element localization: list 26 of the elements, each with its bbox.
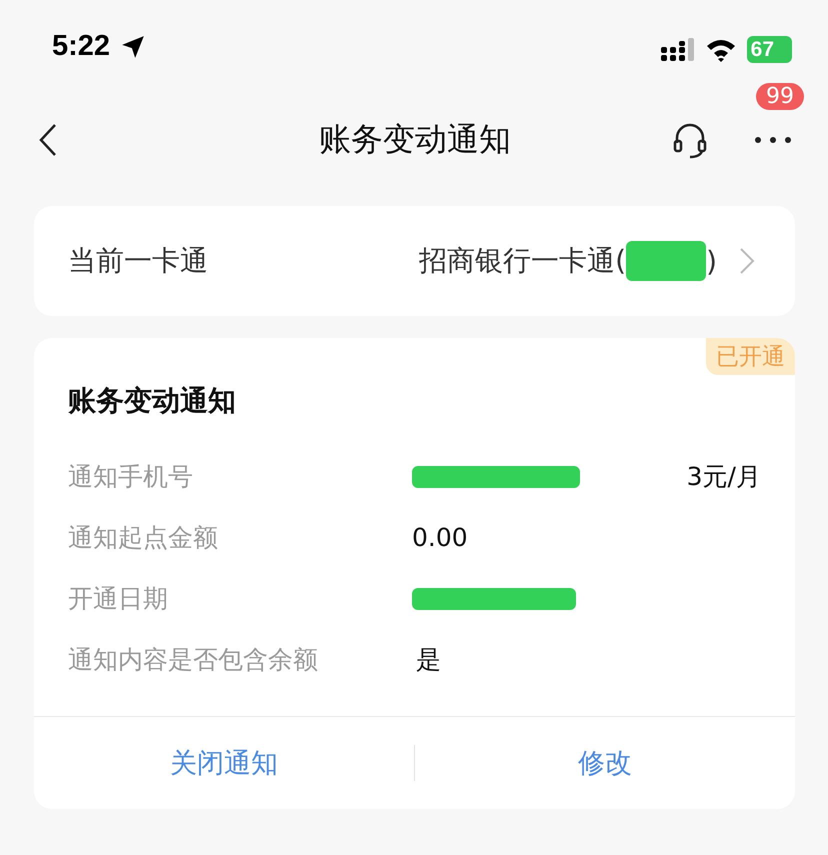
action-button[interactable]: 修改 (415, 745, 795, 781)
row-label: 通知起点金额 (68, 522, 219, 554)
action-button[interactable]: 关闭通知 (34, 745, 414, 781)
notification-badge: 99 (756, 83, 804, 110)
chevron-right-icon (739, 247, 755, 275)
card-label: 当前一卡通 (68, 243, 208, 279)
card-name: 招商银行一卡通( (419, 243, 626, 279)
wifi-icon (704, 38, 737, 62)
row-value: 0.00 (412, 523, 469, 552)
more-icon[interactable] (754, 136, 792, 144)
card-selector[interactable]: 当前一卡通 招商银行一卡通( ) (34, 206, 795, 316)
row-extra: 3元/月 (686, 461, 761, 493)
status-time: 5:22 (52, 30, 110, 63)
signal-icon (660, 38, 695, 62)
location-arrow-icon (120, 34, 146, 60)
status-tag: 已开通 (706, 338, 795, 375)
row-label: 开通日期 (68, 583, 169, 615)
card-title: 账务变动通知 (68, 383, 236, 419)
row-value: 是 (416, 644, 442, 676)
headset-icon[interactable] (672, 121, 708, 159)
row-label: 通知内容是否包含余额 (68, 644, 319, 676)
back-icon[interactable] (38, 123, 58, 157)
battery-indicator: 67 (746, 36, 792, 63)
row-label: 通知手机号 (68, 461, 194, 493)
page-title: 账务变动通知 (319, 119, 511, 160)
card-name-suffix: ) (706, 244, 717, 278)
